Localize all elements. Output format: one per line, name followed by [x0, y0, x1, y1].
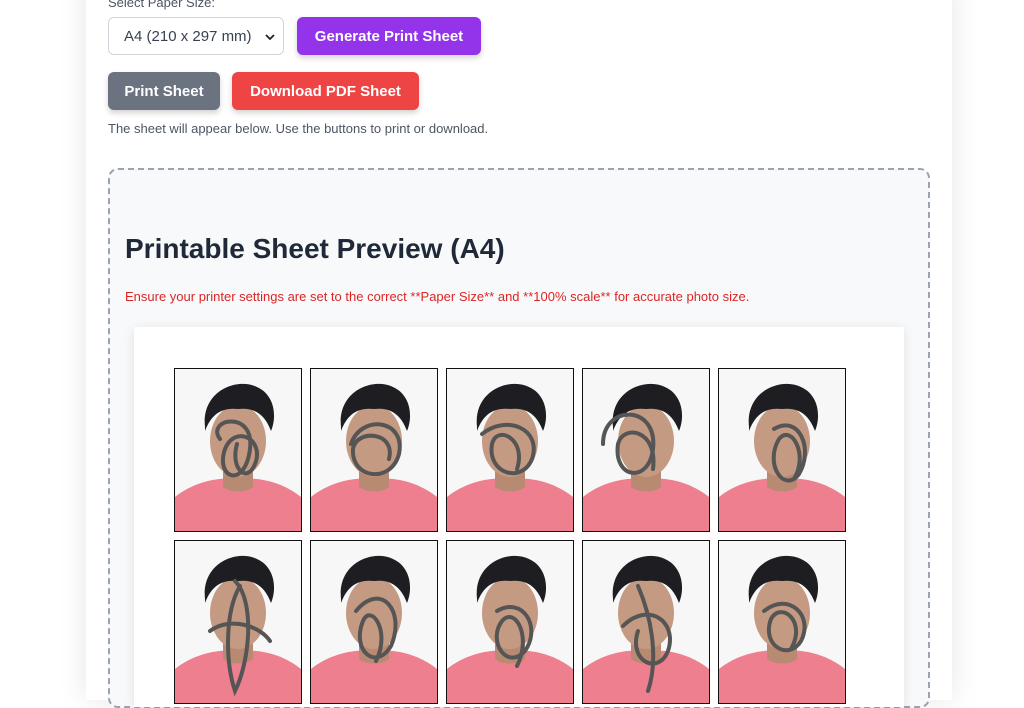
passport-photo [174, 540, 302, 704]
paper-size-value: A4 (210 x 297 mm) [124, 27, 252, 45]
passport-photo [446, 540, 574, 704]
printer-warning: Ensure your printer settings are set to … [125, 289, 750, 304]
print-sheet-button[interactable]: Print Sheet [108, 72, 220, 110]
passport-photo [310, 368, 438, 532]
passport-photo [310, 540, 438, 704]
passport-photo [174, 368, 302, 532]
instructions-text: The sheet will appear below. Use the but… [108, 121, 489, 136]
download-pdf-button[interactable]: Download PDF Sheet [232, 72, 419, 110]
passport-photo [718, 368, 846, 532]
chevron-down-icon [265, 34, 275, 41]
passport-photo [718, 540, 846, 704]
paper-size-label: Select Paper Size: [108, 0, 215, 10]
passport-photo [582, 368, 710, 532]
preview-title: Printable Sheet Preview (A4) [125, 233, 505, 264]
passport-photo [582, 540, 710, 704]
paper-size-select[interactable]: A4 (210 x 297 mm) [108, 17, 284, 55]
passport-photo [446, 368, 574, 532]
generate-print-sheet-button[interactable]: Generate Print Sheet [297, 17, 481, 55]
